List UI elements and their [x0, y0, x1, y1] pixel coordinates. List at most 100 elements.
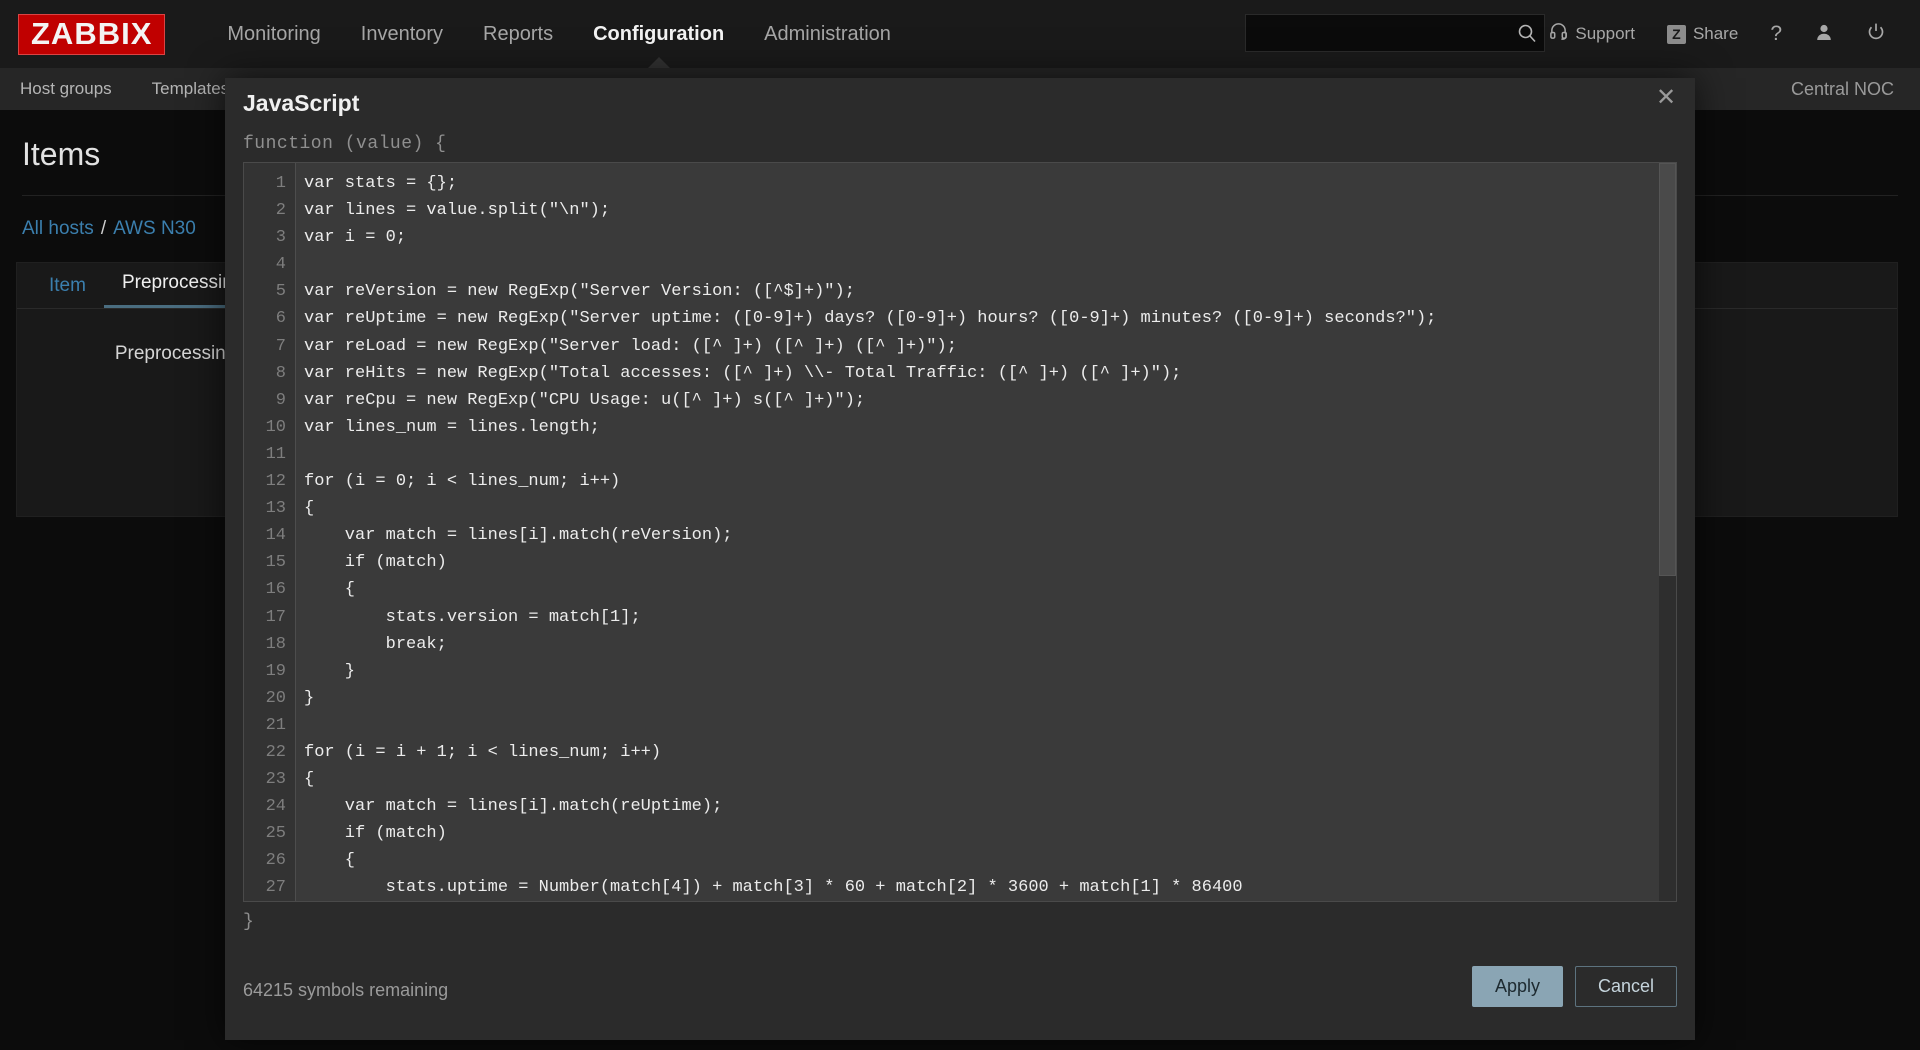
line-number: 9 — [244, 387, 295, 414]
cancel-button[interactable]: Cancel — [1575, 966, 1677, 1007]
nav-configuration[interactable]: Configuration — [573, 0, 744, 68]
line-number: 15 — [244, 549, 295, 576]
code-line: { — [304, 847, 1676, 874]
line-number: 25 — [244, 820, 295, 847]
nav-reports[interactable]: Reports — [463, 0, 573, 68]
javascript-modal: JavaScript ✕ function (value) { 12345678… — [225, 78, 1695, 1040]
line-number: 4 — [244, 251, 295, 278]
share-link[interactable]: Z Share — [1651, 0, 1754, 68]
code-line: for (i = i + 1; i < lines_num; i++) — [304, 739, 1676, 766]
code-line: var reLoad = new RegExp("Server load: ([… — [304, 333, 1676, 360]
code-line: var reHits = new RegExp("Total accesses:… — [304, 360, 1676, 387]
code-line: var lines_num = lines.length; — [304, 414, 1676, 441]
line-number: 2 — [244, 197, 295, 224]
line-number: 17 — [244, 604, 295, 631]
line-number: 24 — [244, 793, 295, 820]
code-line: if (match) — [304, 820, 1676, 847]
line-number: 5 — [244, 278, 295, 305]
breadcrumb-all-hosts[interactable]: All hosts — [22, 218, 94, 239]
footer-buttons: Apply Cancel — [1472, 966, 1677, 1007]
function-signature-open: function (value) { — [243, 134, 1677, 154]
line-number: 6 — [244, 305, 295, 332]
help-icon: ? — [1770, 22, 1782, 46]
code-editor[interactable]: 1234567891011121314151617181920212223242… — [243, 162, 1677, 902]
code-line: var reVersion = new RegExp("Server Versi… — [304, 278, 1676, 305]
symbols-remaining-label: 64215 symbols remaining — [243, 980, 448, 1001]
code-line: var match = lines[i].match(reUptime); — [304, 793, 1676, 820]
line-number-gutter: 1234567891011121314151617181920212223242… — [244, 163, 296, 901]
line-number: 22 — [244, 739, 295, 766]
editor-scrollbar[interactable] — [1659, 163, 1676, 901]
code-line: stats.version = match[1]; — [304, 604, 1676, 631]
sign-out-button[interactable] — [1850, 0, 1902, 68]
breadcrumb-host[interactable]: AWS N30 — [113, 218, 196, 239]
modal-body: function (value) { 123456789101112131415… — [225, 134, 1695, 932]
support-label: Support — [1575, 24, 1635, 44]
header-right-actions: Support Z Share ? — [1533, 0, 1902, 68]
modal-footer: 64215 symbols remaining Apply Cancel — [225, 930, 1695, 1040]
help-button[interactable]: ? — [1754, 0, 1798, 68]
line-number: 13 — [244, 495, 295, 522]
code-line: { — [304, 766, 1676, 793]
code-line: if (match) — [304, 549, 1676, 576]
server-name-label: Central NOC — [1791, 68, 1894, 110]
code-line — [304, 441, 1676, 468]
line-number: 18 — [244, 631, 295, 658]
modal-title: JavaScript — [243, 90, 359, 117]
search-input[interactable] — [1246, 25, 1510, 42]
nav-administration[interactable]: Administration — [744, 0, 911, 68]
share-label: Share — [1693, 24, 1738, 44]
tab-item[interactable]: Item — [31, 275, 104, 308]
nav-inventory[interactable]: Inventory — [341, 0, 463, 68]
global-search[interactable] — [1245, 14, 1545, 52]
code-line: var stats = {}; — [304, 170, 1676, 197]
top-header: ZABBIX Monitoring Inventory Reports Conf… — [0, 0, 1920, 68]
line-number: 1 — [244, 170, 295, 197]
line-number: 14 — [244, 522, 295, 549]
line-number: 23 — [244, 766, 295, 793]
line-number: 3 — [244, 224, 295, 251]
line-number: 26 — [244, 847, 295, 874]
code-text-area[interactable]: var stats = {};var lines = value.split("… — [296, 163, 1676, 901]
code-line: var match = lines[i].match(reVersion); — [304, 522, 1676, 549]
subnav-host-groups[interactable]: Host groups — [0, 68, 132, 110]
line-number: 11 — [244, 441, 295, 468]
line-number: 7 — [244, 333, 295, 360]
line-number: 19 — [244, 658, 295, 685]
code-line: { — [304, 576, 1676, 603]
user-icon — [1814, 22, 1834, 47]
code-line: break; — [304, 631, 1676, 658]
code-line — [304, 251, 1676, 278]
code-line: } — [304, 658, 1676, 685]
main-navigation: Monitoring Inventory Reports Configurati… — [207, 0, 911, 68]
code-line: var reUptime = new RegExp("Server uptime… — [304, 305, 1676, 332]
line-number: 10 — [244, 414, 295, 441]
modal-header: JavaScript ✕ — [225, 78, 1695, 134]
code-line: for (i = 0; i < lines_num; i++) — [304, 468, 1676, 495]
line-number: 16 — [244, 576, 295, 603]
code-line: var reCpu = new RegExp("CPU Usage: u([^ … — [304, 387, 1676, 414]
line-number: 8 — [244, 360, 295, 387]
user-profile-button[interactable] — [1798, 0, 1850, 68]
function-signature-close: } — [243, 912, 1677, 932]
apply-button[interactable]: Apply — [1472, 966, 1563, 1007]
line-number: 12 — [244, 468, 295, 495]
line-number: 27 — [244, 874, 295, 901]
zabbix-logo[interactable]: ZABBIX — [18, 14, 165, 55]
code-line: } — [304, 685, 1676, 712]
zabbix-z-icon: Z — [1667, 25, 1686, 44]
power-icon — [1866, 22, 1886, 47]
breadcrumb-separator: / — [101, 218, 106, 239]
code-line: stats.uptime = Number(match[4]) + match[… — [304, 874, 1676, 901]
nav-monitoring[interactable]: Monitoring — [207, 0, 340, 68]
headset-icon — [1549, 22, 1568, 46]
close-icon[interactable]: ✕ — [1653, 86, 1679, 112]
line-number: 20 — [244, 685, 295, 712]
code-line: var lines = value.split("\n"); — [304, 197, 1676, 224]
line-number: 21 — [244, 712, 295, 739]
zabbix-app: ZABBIX Monitoring Inventory Reports Conf… — [0, 0, 1920, 1050]
support-link[interactable]: Support — [1533, 0, 1651, 68]
code-line: var i = 0; — [304, 224, 1676, 251]
code-line — [304, 712, 1676, 739]
editor-scrollbar-thumb[interactable] — [1659, 163, 1676, 576]
